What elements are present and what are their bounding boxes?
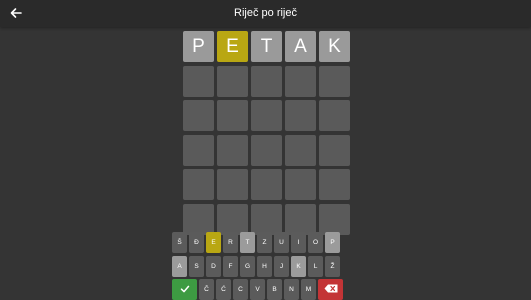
- key-s[interactable]: S: [189, 256, 204, 277]
- board-tile: [217, 65, 248, 97]
- board-tile: [183, 134, 214, 166]
- board-tile: [319, 134, 350, 166]
- board-tile: [183, 203, 214, 235]
- game-board: PETAK: [183, 31, 350, 235]
- board-tile: [217, 203, 248, 235]
- key-z[interactable]: Z: [257, 232, 272, 253]
- page-title: Riječ po riječ: [234, 7, 297, 19]
- board-tile: E: [217, 31, 248, 62]
- app-header: Riječ po riječ: [0, 0, 531, 27]
- key-t[interactable]: T: [240, 232, 255, 253]
- key-r[interactable]: R: [223, 232, 238, 253]
- key-h[interactable]: H: [257, 256, 272, 277]
- key-o[interactable]: O: [308, 232, 323, 253]
- key-p[interactable]: P: [325, 232, 340, 253]
- key-đ[interactable]: Đ: [189, 232, 204, 253]
- key-d[interactable]: D: [206, 256, 221, 277]
- key-v[interactable]: V: [250, 279, 265, 300]
- key-b[interactable]: B: [267, 279, 282, 300]
- board-tile: [319, 169, 350, 200]
- key-a[interactable]: A: [172, 256, 187, 277]
- board-tile: [285, 169, 316, 200]
- key-c[interactable]: C: [233, 279, 248, 300]
- key-n[interactable]: N: [284, 279, 299, 300]
- board-tile: [285, 134, 316, 166]
- board-tile: [319, 65, 350, 97]
- key-ž[interactable]: Ž: [325, 256, 340, 277]
- board-tile: A: [285, 31, 316, 62]
- key-j[interactable]: J: [274, 256, 289, 277]
- board-tile: [319, 100, 350, 131]
- board-tile: [251, 100, 282, 131]
- keyboard-row: ASDFGHJKLŽ: [172, 256, 340, 277]
- keyboard-row: ČĆCVBNM: [172, 279, 343, 300]
- key-š[interactable]: Š: [172, 232, 187, 253]
- board-tile: [217, 100, 248, 131]
- board-tile: K: [319, 31, 350, 62]
- key-m[interactable]: M: [301, 279, 316, 300]
- key-k[interactable]: K: [291, 256, 306, 277]
- key-č[interactable]: Č: [199, 279, 214, 300]
- key-ć[interactable]: Ć: [216, 279, 231, 300]
- backspace-key[interactable]: [318, 279, 343, 300]
- key-g[interactable]: G: [240, 256, 255, 277]
- board-tile: [251, 203, 282, 235]
- backspace-icon: [324, 284, 338, 295]
- board-tile: [285, 100, 316, 131]
- board-tile: [183, 169, 214, 200]
- enter-key[interactable]: [172, 279, 197, 300]
- board-tile: [251, 65, 282, 97]
- key-f[interactable]: F: [223, 256, 238, 277]
- board-tile: [217, 134, 248, 166]
- key-l[interactable]: L: [308, 256, 323, 277]
- board-tile: [251, 169, 282, 200]
- board-tile: [285, 203, 316, 235]
- board-tile: [319, 203, 350, 235]
- board-tile: [251, 134, 282, 166]
- board-tile: P: [183, 31, 214, 62]
- key-u[interactable]: U: [274, 232, 289, 253]
- board-tile: [285, 65, 316, 97]
- board-tile: T: [251, 31, 282, 62]
- keyboard-row: ŠĐERTZUIOP: [172, 232, 340, 253]
- check-icon: [180, 284, 190, 296]
- board-tile: [217, 169, 248, 200]
- board-tile: [183, 65, 214, 97]
- key-e[interactable]: E: [206, 232, 221, 253]
- board-tile: [183, 100, 214, 131]
- key-i[interactable]: I: [291, 232, 306, 253]
